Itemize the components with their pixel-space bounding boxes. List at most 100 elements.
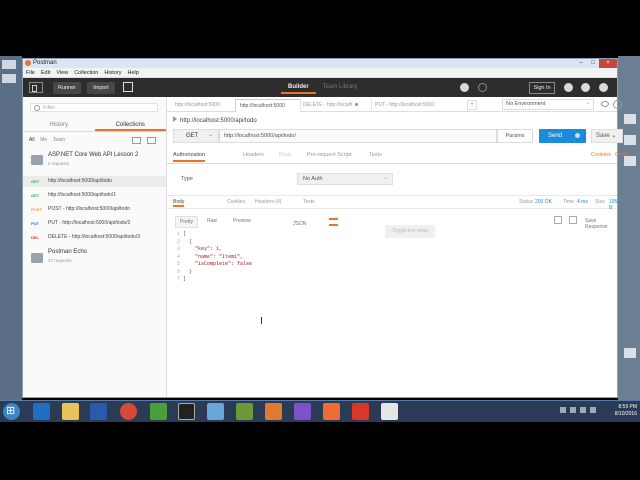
sort-icon[interactable]: [147, 137, 156, 144]
desktop-icon[interactable]: [2, 60, 16, 69]
notification-bell-icon[interactable]: [564, 83, 573, 92]
preview-button[interactable]: Preview: [233, 218, 251, 224]
list-item[interactable]: PUT PUT - http://localhost:5000/api/todo…: [23, 218, 166, 229]
new-tab-button[interactable]: +: [467, 100, 477, 110]
paint-icon[interactable]: [207, 403, 224, 420]
request-tab[interactable]: PUT - http://localhost:5000: [371, 99, 468, 111]
response-body[interactable]: 1 [ 2 { 3 "key": 1, 4 "name": "Item1", 5…: [177, 231, 252, 284]
heart-icon[interactable]: [599, 83, 608, 92]
list-item[interactable]: POST POST - http://localhost:5000/api/to…: [23, 204, 166, 215]
tray-icon[interactable]: [560, 407, 566, 413]
network-icon[interactable]: [150, 403, 167, 420]
postman-taskbar-icon[interactable]: [323, 403, 340, 420]
system-clock[interactable]: 8:59 PM 8/10/2016: [605, 404, 637, 418]
media-player-icon[interactable]: [90, 403, 107, 420]
tab-authorization[interactable]: Authorization: [173, 152, 206, 162]
code-link[interactable]: Code: [615, 152, 628, 158]
sync-icon[interactable]: [478, 83, 487, 92]
filter-all[interactable]: All: [29, 137, 35, 143]
save-response-button[interactable]: Save Response: [585, 218, 617, 230]
menu-history[interactable]: History: [104, 70, 121, 76]
menu-view[interactable]: View: [56, 70, 68, 76]
search-response-icon[interactable]: [569, 216, 577, 224]
menu-help[interactable]: Help: [127, 70, 138, 76]
code-line: 6 }: [177, 268, 193, 275]
environment-select[interactable]: No Environment: [502, 99, 594, 110]
wrap-lines-icon[interactable]: [329, 218, 338, 226]
gear-icon[interactable]: [613, 100, 622, 109]
desktop-icon[interactable]: [624, 135, 636, 145]
tooltip: Toggle line wrap: [385, 225, 435, 238]
tab-body[interactable]: Body: [279, 152, 292, 158]
tab-collections[interactable]: Collections: [94, 119, 166, 131]
close-button[interactable]: ×: [599, 59, 617, 68]
filter-input[interactable]: Filter: [30, 103, 158, 112]
eye-icon[interactable]: [601, 101, 609, 107]
desktop-icon[interactable]: [624, 348, 636, 358]
save-button[interactable]: Save ⌄: [591, 129, 623, 143]
start-button[interactable]: [3, 403, 20, 420]
tab-response-headers[interactable]: Headers (4): [255, 199, 281, 205]
cookies-link[interactable]: Cookies: [591, 152, 611, 158]
list-item[interactable]: GET http://localhost:5000/api/todo: [23, 176, 166, 187]
new-window-icon[interactable]: [123, 82, 133, 92]
postman-window: Postman – □ × File Edit View Collection …: [22, 58, 628, 398]
sign-in-button[interactable]: Sign In: [529, 82, 555, 94]
list-item[interactable]: DEL DELETE - http://localhost:5000/api/t…: [23, 232, 166, 243]
sidebar-toggle-icon[interactable]: [29, 82, 43, 93]
format-select[interactable]: JSON ⌄: [293, 218, 306, 227]
url-input[interactable]: http://localhost:5000/api/todo/: [219, 129, 497, 143]
request-tab[interactable]: http://localhost:5000: [171, 99, 236, 111]
params-button[interactable]: Params: [497, 129, 533, 143]
menu-collection[interactable]: Collection: [74, 70, 98, 76]
minimize-button[interactable]: –: [575, 59, 587, 68]
tab-tests[interactable]: Tests: [369, 152, 382, 158]
chrome-icon[interactable]: [120, 403, 137, 420]
maximize-button[interactable]: □: [587, 59, 599, 68]
new-collection-icon[interactable]: [132, 137, 141, 144]
raw-button[interactable]: Raw: [207, 218, 217, 224]
desktop-icon[interactable]: [2, 74, 16, 83]
list-item[interactable]: GET http://localhost:5000/api/todo/1: [23, 190, 166, 201]
wrench-icon[interactable]: [581, 83, 590, 92]
request-tab[interactable]: DELETE - http://localh: [299, 99, 372, 111]
runner-button[interactable]: Runner: [53, 82, 81, 94]
pretty-button[interactable]: Pretty: [175, 216, 199, 228]
tray-icon[interactable]: [570, 407, 576, 413]
notepad-icon[interactable]: [236, 403, 253, 420]
import-button[interactable]: Import: [87, 82, 115, 94]
request-title[interactable]: http://localhost:5000/api/todo: [173, 116, 257, 124]
request-tab-active[interactable]: http://localhost:5000: [235, 99, 301, 112]
auth-type-select[interactable]: No Auth: [297, 173, 393, 185]
menu-file[interactable]: File: [26, 70, 35, 76]
desktop-icon[interactable]: [624, 114, 636, 124]
tab-team-library[interactable]: Team Library: [316, 82, 365, 94]
method-select[interactable]: GET: [173, 129, 219, 143]
tab-history[interactable]: History: [23, 119, 95, 131]
app-icon[interactable]: [265, 403, 282, 420]
desktop-right: [618, 56, 640, 400]
volume-icon[interactable]: [580, 407, 586, 413]
tab-response-tests[interactable]: Tests: [303, 199, 315, 205]
interceptor-icon[interactable]: [460, 83, 469, 92]
menu-edit[interactable]: Edit: [41, 70, 50, 76]
tab-pre-request-script[interactable]: Pre-request Script: [307, 152, 351, 158]
taskbar: 8:59 PM8/10/2016: [0, 400, 640, 422]
explorer-icon[interactable]: [62, 403, 79, 420]
filter-me[interactable]: Me: [40, 137, 47, 143]
ie-icon[interactable]: [33, 403, 50, 420]
filter-team[interactable]: Team: [53, 137, 65, 143]
tab-headers[interactable]: Headers: [243, 152, 264, 158]
send-button[interactable]: Send: [539, 129, 586, 143]
tab-response-cookies[interactable]: Cookies: [227, 199, 245, 205]
terminal-icon[interactable]: [178, 403, 195, 420]
document-icon[interactable]: [381, 403, 398, 420]
copy-icon[interactable]: [554, 216, 562, 224]
network-tray-icon[interactable]: [590, 407, 596, 413]
pdf-icon[interactable]: [352, 403, 369, 420]
visual-studio-icon[interactable]: [294, 403, 311, 420]
tab-builder[interactable]: Builder: [281, 82, 316, 94]
collection-name[interactable]: Postman Echo: [48, 249, 87, 255]
collection-name[interactable]: ASP.NET Core Web API Lesson 2: [48, 152, 138, 158]
tab-response-body[interactable]: Body: [173, 199, 185, 207]
